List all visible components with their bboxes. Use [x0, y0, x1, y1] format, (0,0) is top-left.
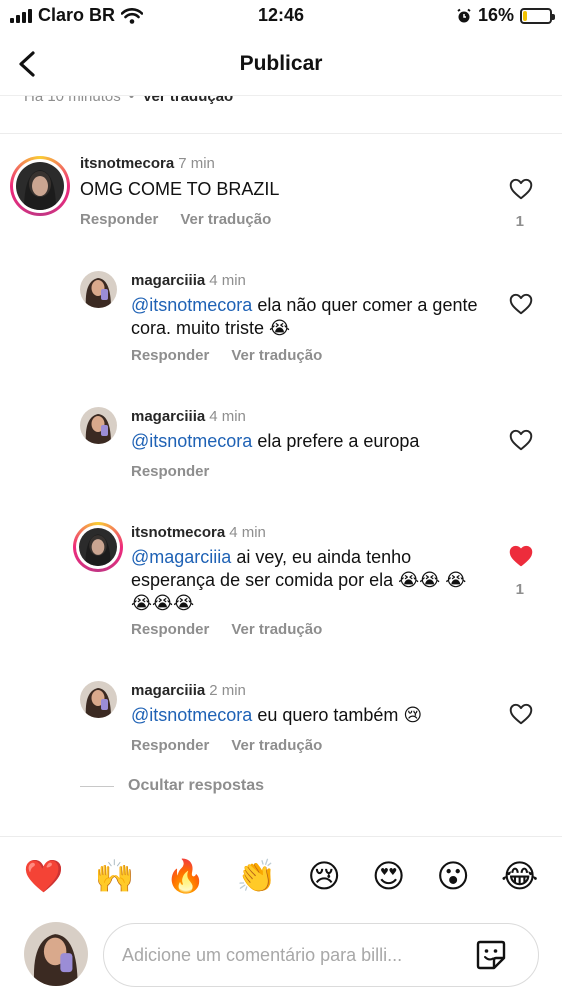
current-user-avatar: [24, 922, 88, 986]
comment-composer: [0, 920, 562, 992]
reply-button[interactable]: Responder: [131, 737, 209, 754]
emoji-raised-hands-button[interactable]: 🙌: [95, 856, 135, 896]
comment-text: @itsnotmecora eu quero também 😢: [131, 704, 481, 727]
reply-comment: magarciiia 2 min @itsnotmecora eu quero t…: [0, 676, 562, 766]
heart-filled-icon[interactable]: [508, 543, 534, 569]
heart-icon[interactable]: [508, 427, 534, 453]
username[interactable]: itsnotmecora: [80, 155, 174, 172]
avatar[interactable]: [80, 271, 117, 308]
emoji-heart-eyes-button[interactable]: 😍: [372, 856, 405, 896]
translate-button[interactable]: Ver tradução: [231, 621, 322, 638]
reply-comment: itsnotmecora 4 min @magarciiia ai vey, eu…: [0, 518, 562, 648]
comment-actions: Responder Ver tradução: [131, 737, 344, 754]
username[interactable]: magarciiia: [131, 408, 205, 425]
comment-input-wrapper: [103, 923, 539, 987]
page-title: Publicar: [239, 52, 323, 75]
reply-button[interactable]: Responder: [80, 211, 158, 228]
battery-percent: 16%: [477, 5, 514, 25]
translate-button[interactable]: Ver tradução: [180, 211, 271, 228]
comment-body: ela prefere a europa: [252, 431, 420, 451]
comment-header: itsnotmecora 7 min: [80, 155, 215, 173]
reply-comment: magarciiia 4 min @itsnotmecora ela prefer…: [0, 402, 562, 492]
comment-text: @magarciiia ai vey, eu ainda tenho esper…: [131, 546, 476, 615]
comment-text: @itsnotmecora ela prefere a europa: [131, 430, 481, 453]
translate-button[interactable]: Ver tradução: [231, 737, 322, 754]
comment-header: magarciiia 4 min: [131, 408, 246, 426]
emoji-fire-button[interactable]: 🔥: [166, 856, 206, 896]
comment-actions: Responder Ver tradução: [131, 621, 344, 638]
like-count: 1: [515, 213, 524, 230]
timestamp: 7 min: [178, 155, 215, 172]
hide-replies-button[interactable]: Ocultar respostas: [80, 777, 264, 795]
reply-button[interactable]: Responder: [131, 347, 209, 364]
battery-level: [523, 10, 528, 21]
comment-text: OMG COME TO BRAZIL: [80, 179, 280, 199]
timestamp: 4 min: [229, 524, 266, 541]
quick-emoji-bar: ❤️ 🙌 🔥 👏 😢 😍 😮 😂: [0, 856, 562, 896]
username[interactable]: magarciiia: [131, 272, 205, 289]
header: Publicar: [0, 32, 562, 96]
heart-icon[interactable]: [508, 701, 534, 727]
divider: [80, 785, 114, 787]
comment-header: itsnotmecora 4 min: [131, 524, 266, 542]
timestamp: 2 min: [209, 682, 246, 699]
status-bar: Claro BR 12:46 16%: [0, 0, 562, 32]
battery-icon: [520, 7, 555, 24]
heart-icon[interactable]: [508, 176, 534, 202]
divider: [0, 836, 562, 837]
heart-icon[interactable]: [508, 291, 534, 317]
comment-header: magarciiia 4 min: [131, 272, 246, 290]
reply-comment: magarciiia 4 min @itsnotmecora ela não qu…: [0, 266, 562, 376]
username[interactable]: magarciiia: [131, 682, 205, 699]
translate-button[interactable]: Ver tradução: [231, 347, 322, 364]
emoji-cry-button[interactable]: 😢: [308, 856, 341, 896]
avatar: [16, 162, 64, 210]
alarm-icon: [457, 8, 471, 22]
avatar-story-ring[interactable]: [73, 522, 123, 572]
hide-replies-label: Ocultar respostas: [128, 777, 265, 794]
mention-link[interactable]: @itsnotmecora: [131, 295, 252, 315]
emoji-clap-button[interactable]: 👏: [237, 856, 277, 896]
mention-link[interactable]: @magarciiia: [131, 547, 231, 567]
username[interactable]: itsnotmecora: [131, 524, 225, 541]
comment-header: magarciiia 2 min: [131, 682, 246, 700]
like-count: 1: [515, 581, 524, 598]
divider: [0, 133, 562, 134]
emoji-laugh-button[interactable]: 😂: [501, 856, 538, 896]
comment-actions: Responder: [131, 463, 231, 480]
comment-actions: Responder Ver tradução: [80, 211, 293, 228]
reply-button[interactable]: Responder: [131, 621, 209, 638]
avatar: [79, 528, 117, 566]
emoji-wow-button[interactable]: 😮: [437, 856, 470, 896]
avatar[interactable]: [80, 681, 117, 718]
comment-input[interactable]: [104, 924, 464, 986]
emoji-heart-button[interactable]: ❤️: [24, 856, 64, 896]
comment: itsnotmecora 7 min OMG COME TO BRAZIL Res…: [0, 150, 562, 240]
comment-text: @itsnotmecora ela não quer comer a gente…: [131, 294, 481, 340]
reply-button[interactable]: Responder: [131, 463, 209, 480]
comment-body: eu quero também 😢: [252, 705, 423, 725]
timestamp: 4 min: [209, 408, 246, 425]
avatar-story-ring[interactable]: [10, 156, 70, 216]
mention-link[interactable]: @itsnotmecora: [131, 705, 252, 725]
mention-link[interactable]: @itsnotmecora: [131, 431, 252, 451]
timestamp: 4 min: [209, 272, 246, 289]
avatar[interactable]: [80, 407, 117, 444]
sticker-icon[interactable]: [474, 938, 508, 972]
comment-actions: Responder Ver tradução: [131, 347, 344, 364]
status-right: 16%: [456, 5, 555, 26]
